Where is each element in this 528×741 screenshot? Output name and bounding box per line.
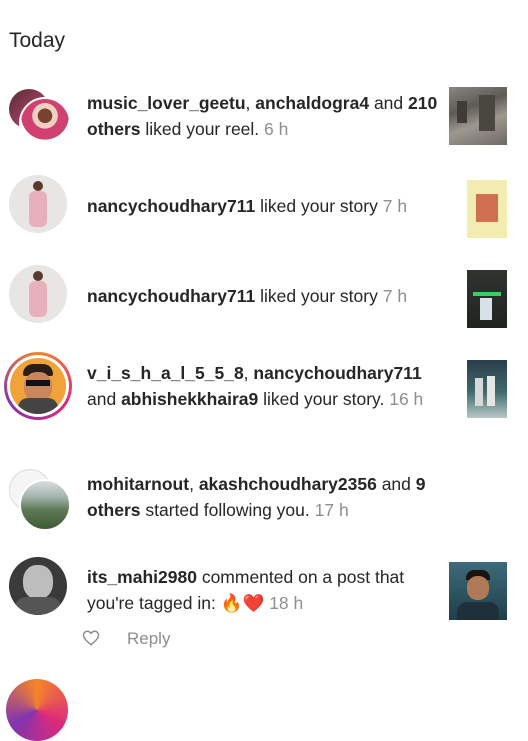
timestamp: 7 h — [382, 196, 408, 216]
action-text: liked your story — [260, 196, 378, 216]
heart-icon[interactable] — [82, 629, 100, 647]
notification-text: its_mahi2980 commented on a post that yo… — [87, 564, 442, 616]
timestamp: 17 h — [314, 500, 349, 520]
notification-text: nancychoudhary711 liked your story 7 h — [87, 193, 442, 219]
username-link[interactable]: akashchoudhary2356 — [199, 474, 377, 494]
avatar — [7, 355, 69, 417]
notification-text: nancychoudhary711 liked your story 7 h — [87, 283, 442, 309]
notification-item[interactable]: nancychoudhary711 liked your story 7 h — [0, 173, 528, 239]
notification-item[interactable]: its_mahi2980 commented on a post that yo… — [0, 554, 528, 626]
timestamp: 16 h — [389, 389, 424, 409]
story-ring[interactable] — [6, 679, 68, 741]
username-link[interactable]: nancychoudhary711 — [87, 196, 255, 216]
username-link[interactable]: abhishekkhaira9 — [121, 389, 258, 409]
avatar[interactable] — [9, 557, 67, 615]
post-thumbnail[interactable] — [449, 562, 507, 620]
notification-text: music_lover_geetu, anchaldogra4 and 210 … — [87, 93, 438, 139]
action-text: started following you. — [145, 500, 310, 520]
username-link[interactable]: nancychoudhary711 — [253, 363, 421, 383]
username-link[interactable]: nancychoudhary711 — [87, 286, 255, 306]
username-link[interactable]: music_lover_geetu — [87, 93, 246, 113]
notification-text: v_i_s_h_a_l_5_5_8, nancychoudhary711 and… — [87, 363, 424, 409]
avatar-front[interactable] — [19, 97, 71, 149]
action-text: liked your story. — [263, 389, 385, 409]
story-thumbnail[interactable] — [467, 360, 507, 418]
story-thumbnail[interactable] — [467, 180, 507, 238]
reel-thumbnail[interactable] — [449, 87, 507, 145]
section-title: Today — [9, 29, 66, 52]
action-text: liked your reel. — [145, 119, 260, 139]
timestamp: 18 h — [269, 593, 304, 613]
action-text: liked your story — [260, 286, 378, 306]
notification-item[interactable]: v_i_s_h_a_l_5_5_8, nancychoudhary711 and… — [0, 350, 528, 440]
avatar[interactable] — [9, 265, 67, 323]
timestamp: 7 h — [382, 286, 408, 306]
avatar[interactable] — [9, 175, 67, 233]
timestamp: 6 h — [264, 119, 289, 139]
username-link[interactable]: anchaldogra4 — [255, 93, 369, 113]
notification-item[interactable]: nancychoudhary711 liked your story 7 h — [0, 264, 528, 330]
username-link[interactable]: v_i_s_h_a_l_5_5_8 — [87, 363, 244, 383]
notification-item[interactable]: music_lover_geetu, anchaldogra4 and 210 … — [0, 84, 528, 154]
notification-text: mohitarnout, akashchoudhary2356 and 9 ot… — [87, 474, 426, 520]
notification-item[interactable]: mohitarnout, akashchoudhary2356 and 9 ot… — [0, 465, 528, 535]
username-link[interactable]: mohitarnout — [87, 474, 189, 494]
story-ring[interactable] — [4, 352, 72, 420]
avatar-front[interactable] — [19, 479, 71, 531]
emoji-text: 🔥❤️ — [220, 593, 265, 613]
story-thumbnail[interactable] — [467, 270, 507, 328]
username-link[interactable]: its_mahi2980 — [87, 567, 197, 587]
reply-button[interactable]: Reply — [127, 629, 170, 649]
